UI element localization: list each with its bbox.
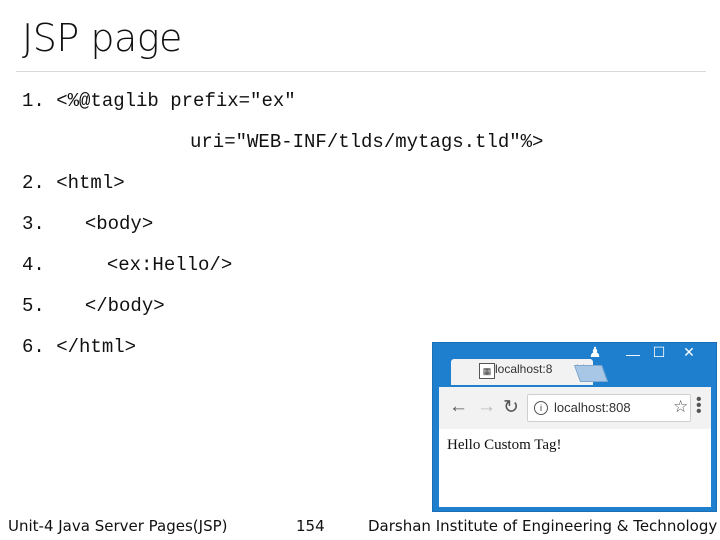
maximize-icon[interactable]: ☐ (647, 344, 671, 361)
line-number: 1. (22, 90, 45, 112)
line-number: 5. (22, 295, 45, 317)
browser-window: ♟ — ☐ ✕ ▦ localhost:8 ✕ ← → ↻ i localhos… (432, 342, 717, 512)
browser-tab[interactable]: ▦ localhost:8 ✕ (451, 359, 593, 385)
code-text: </body> (84, 295, 165, 317)
code-line-5: 5. </body> (22, 295, 165, 317)
code-text: <html> (56, 172, 125, 194)
new-tab-button[interactable] (573, 365, 609, 382)
code-line-1-continued: uri="WEB-INF/tlds/mytags.tld"%> (190, 131, 543, 153)
code-line-1: 1. <%@taglib prefix="ex" (22, 90, 296, 112)
page-text: Hello Custom Tag! (447, 437, 562, 453)
line-number: 6. (22, 336, 45, 358)
favicon-icon: ▦ (479, 363, 495, 379)
code-text: uri="WEB-INF/tlds/mytags.tld"%> (190, 131, 544, 153)
code-text: <%@taglib prefix="ex" (56, 90, 296, 112)
tab-title: localhost:8 (495, 362, 553, 376)
address-text: localhost:808 (554, 400, 631, 415)
footer-course: Unit-4 Java Server Pages(JSP) (8, 517, 228, 535)
back-icon[interactable]: ← (449, 396, 468, 418)
code-line-3: 3. <body> (22, 213, 153, 235)
bookmark-star-icon[interactable]: ☆ (673, 397, 688, 417)
title-divider (16, 71, 706, 72)
forward-icon[interactable]: → (477, 396, 496, 418)
minimize-icon[interactable]: — (621, 346, 645, 362)
reload-icon[interactable]: ↻ (503, 396, 519, 419)
page-content: Hello Custom Tag! (439, 429, 711, 507)
line-number: 4. (22, 254, 45, 276)
browser-toolbar: ← → ↻ i localhost:808 ☆ • • • (439, 387, 711, 429)
code-text: <body> (84, 213, 154, 235)
footer-institute: Darshan Institute of Engineering & Techn… (368, 517, 718, 535)
menu-icon[interactable]: • • • (696, 392, 702, 420)
close-icon[interactable]: ✕ (677, 344, 701, 361)
line-number: 3. (22, 213, 45, 235)
line-number: 2. (22, 172, 45, 194)
code-line-6: 6. </html> (22, 336, 136, 358)
slide-title: JSP page (22, 16, 182, 60)
code-text: <ex:Hello/> (106, 254, 233, 276)
code-line-2: 2. <html> (22, 172, 125, 194)
code-text: </html> (56, 336, 137, 358)
info-icon[interactable]: i (534, 401, 548, 415)
footer-page-number: 154 (296, 517, 325, 535)
address-bar[interactable]: i localhost:808 ☆ (527, 394, 691, 422)
code-line-4: 4. <ex:Hello/> (22, 254, 232, 276)
